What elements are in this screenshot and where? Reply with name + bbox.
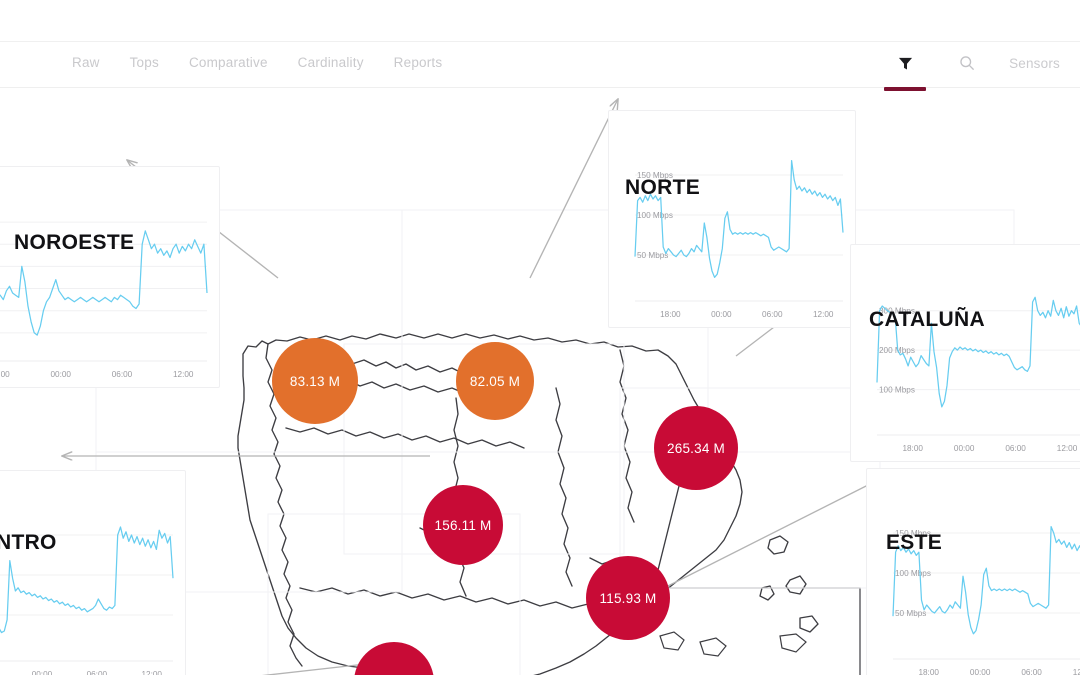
filter-icon	[898, 57, 912, 69]
filter-icon-button[interactable]	[884, 48, 927, 91]
x-axis-tick: 06:00	[762, 310, 783, 319]
arrow-to-norte	[529, 99, 618, 279]
x-axis-tick: 06:00	[112, 370, 133, 379]
x-axis-tick: 18:00	[902, 444, 923, 453]
nav-reports[interactable]: Reports	[394, 52, 443, 74]
x-axis-tick: 18:00	[918, 668, 939, 675]
map-dashboard-stage: 120 Mbps100 Mbps80 Mbps60 Mbps40 Mbps20 …	[0, 88, 1080, 675]
nav-primary-links: Raw Tops Comparative Cardinality Reports	[72, 52, 442, 74]
arrow-to-este	[659, 480, 878, 591]
x-axis-tick: 12:00	[173, 370, 194, 379]
nav-tops[interactable]: Tops	[130, 52, 159, 74]
bubble-centro[interactable]: 156.11 M	[423, 485, 503, 565]
chart-card-cataluna[interactable]: 300 Mbps 200 Mbps 100 Mbps 18:00 00:00 06:00 1…	[850, 244, 1080, 462]
active-tab-underline	[884, 87, 927, 91]
x-axis-tick: 00:00	[51, 370, 72, 379]
x-axis-tick: 00:00	[711, 310, 732, 319]
bubble-norte[interactable]: 82.05 M	[456, 342, 534, 420]
chart-card-noroeste[interactable]: 120 Mbps100 Mbps80 Mbps60 Mbps40 Mbps20 …	[0, 166, 220, 388]
x-axis-tick: 00:00	[954, 444, 975, 453]
x-axis-tick: 12:00	[1057, 444, 1078, 453]
y-axis-tick: 100 Mbps	[637, 211, 673, 220]
chart-card-centro[interactable]: 18:0000:0006:0012:00	[0, 470, 186, 675]
chart-card-este[interactable]: 150 Mbps100 Mbps50 Mbps18:0000:0006:0012…	[866, 468, 1080, 675]
y-axis-tick: 100 Mbps	[879, 386, 915, 395]
x-axis-tick: 12:00	[141, 670, 162, 675]
x-axis-tick: 06:00	[1021, 668, 1042, 675]
x-axis-tick: 18:00	[0, 370, 10, 379]
topbar-divider-upper	[0, 41, 1080, 42]
nav-cardinality[interactable]: Cardinality	[298, 52, 364, 74]
x-axis-tick: 12:00	[1073, 668, 1080, 675]
x-axis-tick: 00:00	[970, 668, 991, 675]
search-icon-button[interactable]	[947, 48, 987, 78]
region-title-este: ESTE	[886, 531, 943, 554]
sensors-link[interactable]: Sensors	[1009, 56, 1068, 71]
chart-norte: 150 Mbps100 Mbps50 Mbps18:00 00:00 06:00 12…	[634, 159, 844, 319]
chart-noroeste: 120 Mbps100 Mbps80 Mbps60 Mbps40 Mbps20 …	[0, 221, 208, 379]
y-axis-tick: 50 Mbps	[895, 609, 926, 618]
chart-card-norte[interactable]: 150 Mbps 100 Mbps 50 Mbps 18:00 00:00 06:00 12…	[608, 110, 856, 328]
balearic-islands	[759, 535, 819, 633]
region-title-cataluna: CATALUÑA	[869, 308, 985, 331]
search-icon	[960, 56, 974, 70]
x-axis-tick: 00:00	[32, 670, 53, 675]
region-title-noroeste: NOROESTE	[14, 231, 135, 254]
y-axis-tick: 100 Mbps	[895, 569, 931, 578]
bubble-noroeste[interactable]: 83.13 M	[272, 338, 358, 424]
bubble-este[interactable]: 115.93 M	[586, 556, 670, 640]
nav-raw[interactable]: Raw	[72, 52, 100, 74]
top-navigation-bar: Raw Tops Comparative Cardinality Reports Sen…	[0, 0, 1080, 91]
x-axis-tick: 12:00	[813, 310, 834, 319]
x-axis-tick: 06:00	[87, 670, 108, 675]
y-axis-tick: 50 Mbps	[637, 251, 668, 260]
nav-comparative[interactable]: Comparative	[189, 52, 268, 74]
region-title-centro: NTRO	[0, 531, 57, 554]
x-axis-tick: 06:00	[1005, 444, 1026, 453]
chart-centro: 18:0000:0006:0012:00	[0, 526, 174, 675]
chart-este: 150 Mbps100 Mbps50 Mbps18:0000:0006:0012…	[892, 525, 1080, 675]
chart-cataluna: 300 Mbps200 Mbps100 Mbps18:00 00:00 06:00 1…	[876, 296, 1080, 453]
nav-tools: Sensors	[884, 48, 1068, 91]
bubble-cataluna[interactable]: 265.34 M	[654, 406, 738, 490]
region-title-norte: NORTE	[625, 176, 700, 199]
x-axis-tick: 18:00	[660, 310, 681, 319]
